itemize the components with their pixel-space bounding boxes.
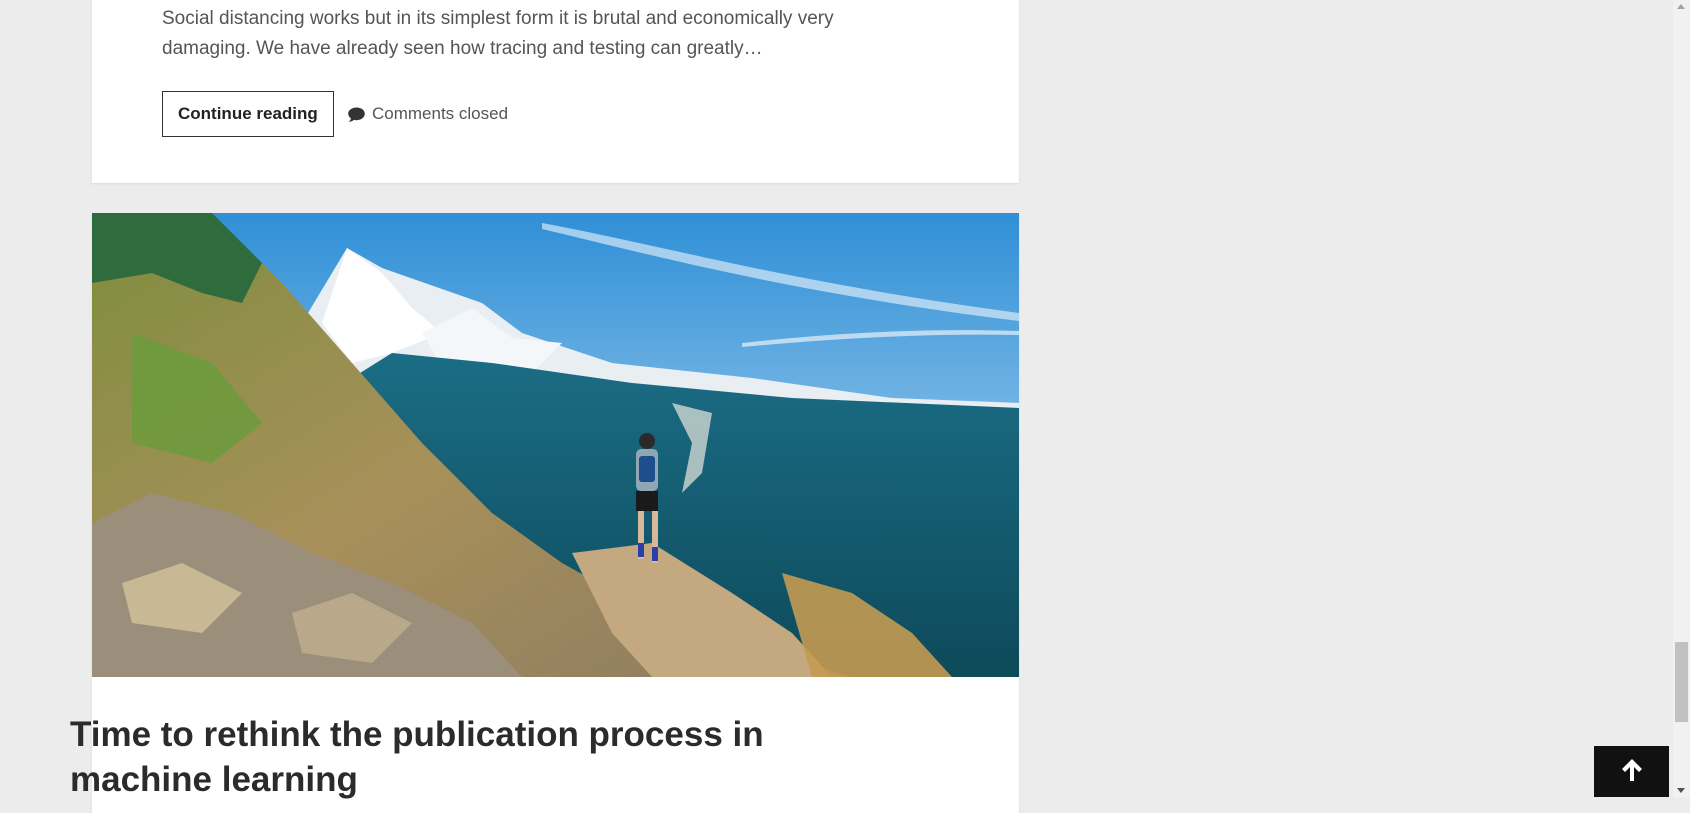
back-to-top-button[interactable] [1594,746,1669,797]
post-featured-image[interactable] [92,213,1019,677]
page-scrollbar[interactable] [1673,0,1690,797]
post-title[interactable]: Time to rethink the publication process … [70,712,830,802]
post-card-previous: Social distancing works but in its simpl… [92,0,1019,183]
comments-label: Comments closed [372,104,509,123]
arrow-up-icon [1620,757,1644,786]
scroll-up-arrow-icon[interactable] [1677,4,1685,9]
comments-status: Comments closed [347,91,508,137]
scrollbar-thumb[interactable] [1675,642,1688,722]
post-excerpt: Social distancing works but in its simpl… [162,8,834,59]
continue-reading-button[interactable]: Continue reading [162,91,334,137]
comment-bubble-icon [347,106,366,123]
scroll-down-arrow-icon[interactable] [1677,788,1685,793]
